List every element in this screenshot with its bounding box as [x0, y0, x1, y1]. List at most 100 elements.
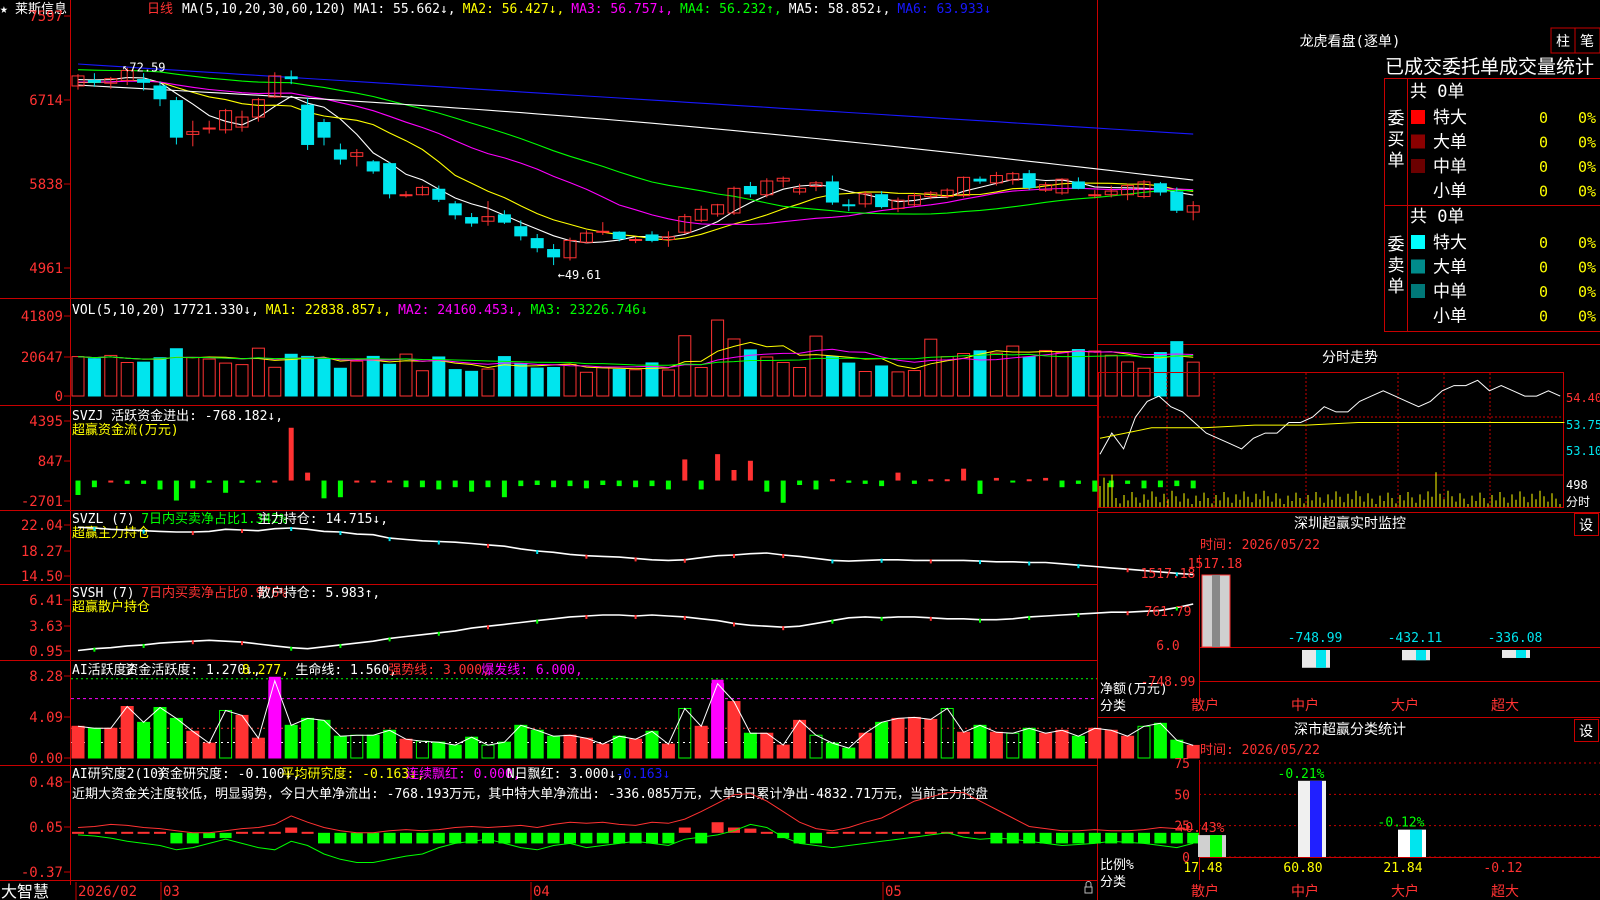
candle[interactable] [1170, 191, 1184, 211]
svzj-bar [108, 480, 114, 483]
candle[interactable] [399, 194, 413, 197]
svzj-bar [944, 479, 950, 482]
row-label: 中单 [1433, 282, 1467, 302]
svzl-line-tick [979, 560, 981, 565]
ytick: 14.50 [21, 569, 63, 585]
ai-research-bar [170, 832, 183, 844]
candle[interactable] [530, 238, 544, 249]
ai-research-bar [711, 822, 724, 833]
ai-research-bar [924, 831, 937, 834]
row-pct: 0% [1578, 183, 1596, 201]
ai-research-bar [908, 831, 921, 834]
volume-bar [1022, 356, 1036, 397]
svzj-bar [288, 427, 294, 481]
candle[interactable] [301, 104, 315, 145]
period-label: 日线 [147, 2, 173, 17]
svzj-bar [862, 480, 868, 484]
candle[interactable] [497, 214, 511, 223]
legend-item-3: 生命线: 1.560, [295, 662, 397, 678]
candle[interactable] [743, 186, 757, 195]
candle[interactable] [432, 188, 446, 200]
svzj-bar [551, 480, 557, 488]
candle[interactable] [153, 85, 167, 100]
ai-research-bar [367, 832, 380, 844]
candle[interactable] [1088, 194, 1102, 197]
candle[interactable] [284, 76, 298, 80]
svzj-bar [928, 479, 934, 482]
candle[interactable] [202, 127, 216, 130]
ai-active-bar [825, 742, 839, 759]
svsh-line-tick [929, 616, 932, 621]
svzl-line-tick [536, 549, 539, 554]
svzj-bar [518, 480, 524, 487]
ai-research-bar [400, 832, 412, 844]
ai-active-bar [186, 730, 200, 759]
ai-active-bar [399, 738, 413, 759]
row-swatch [1411, 134, 1425, 149]
ai-active-bar [629, 738, 643, 759]
legend-item-6: MA6: 63.933↓ [897, 2, 991, 17]
candle[interactable] [87, 79, 101, 83]
candle[interactable] [842, 204, 856, 207]
candle[interactable] [547, 249, 561, 258]
classify-change: -0.21% [1278, 767, 1325, 782]
legend-item-4: MA3: 23226.746↓ [531, 303, 648, 318]
svzj-bar [813, 480, 819, 490]
svsh-line-tick [241, 641, 243, 646]
candle[interactable] [1071, 181, 1085, 189]
svzj-bar [1108, 480, 1114, 488]
legend-item-2: MA2: 56.427↓, [463, 2, 565, 17]
ai-research-bar [301, 831, 314, 834]
candle[interactable] [1022, 173, 1036, 188]
candle[interactable] [317, 122, 331, 138]
candle[interactable] [875, 194, 889, 208]
row-count: 0 [1539, 283, 1548, 301]
candle[interactable] [333, 149, 347, 160]
candle[interactable] [973, 178, 987, 182]
candle[interactable] [448, 203, 462, 216]
ai-active-bar [596, 743, 610, 759]
svzj-bar [1157, 480, 1163, 488]
volume-bar [547, 366, 561, 397]
row-pct: 0% [1578, 259, 1596, 277]
classify-change: -0.12% [1378, 816, 1425, 831]
classify-category: 超大 [1491, 884, 1519, 900]
ai-research-bar [1056, 832, 1068, 844]
ai-active-bar [169, 717, 183, 759]
ai-active-bar [301, 717, 315, 759]
volume-bar [432, 356, 446, 397]
classify-bar-shade [1210, 835, 1222, 857]
candle[interactable] [1153, 183, 1167, 193]
candle[interactable] [137, 79, 151, 83]
ai-research-bar [596, 832, 609, 844]
ai-active-bar [71, 725, 85, 759]
ai-research-bar [121, 831, 134, 834]
svzj-bar [1026, 479, 1032, 482]
row-swatch [1411, 159, 1425, 173]
candle[interactable] [465, 217, 479, 224]
ai-research-bar [1138, 832, 1150, 844]
ai-active-bar [891, 717, 905, 759]
monitor-bar-shade [1416, 650, 1426, 661]
candle[interactable] [629, 239, 643, 242]
candle[interactable] [383, 163, 397, 195]
candle[interactable] [645, 234, 659, 241]
candle[interactable] [169, 100, 183, 138]
candle[interactable] [825, 181, 839, 203]
intraday-title: 分时走势 [1322, 350, 1378, 366]
monitor-title: 深圳超赢实时监控 [1294, 515, 1406, 532]
ai-research-bar [350, 832, 363, 844]
svzj-bar [649, 480, 655, 487]
candle[interactable] [366, 161, 380, 172]
volume-bar [875, 365, 889, 397]
svzj-bar [731, 469, 737, 481]
candle[interactable] [514, 226, 528, 237]
candle[interactable] [612, 231, 626, 240]
legend-item-2: MA1: 22838.857↓, [266, 303, 391, 318]
brand-label: 大智慧 [1, 882, 49, 900]
ytick: 18.27 [21, 544, 63, 560]
ai-active-bar [120, 706, 134, 759]
monitor-ytick: 6.0 [1156, 639, 1179, 654]
candle[interactable] [596, 230, 610, 233]
monitor-bar-shade [1316, 650, 1326, 668]
